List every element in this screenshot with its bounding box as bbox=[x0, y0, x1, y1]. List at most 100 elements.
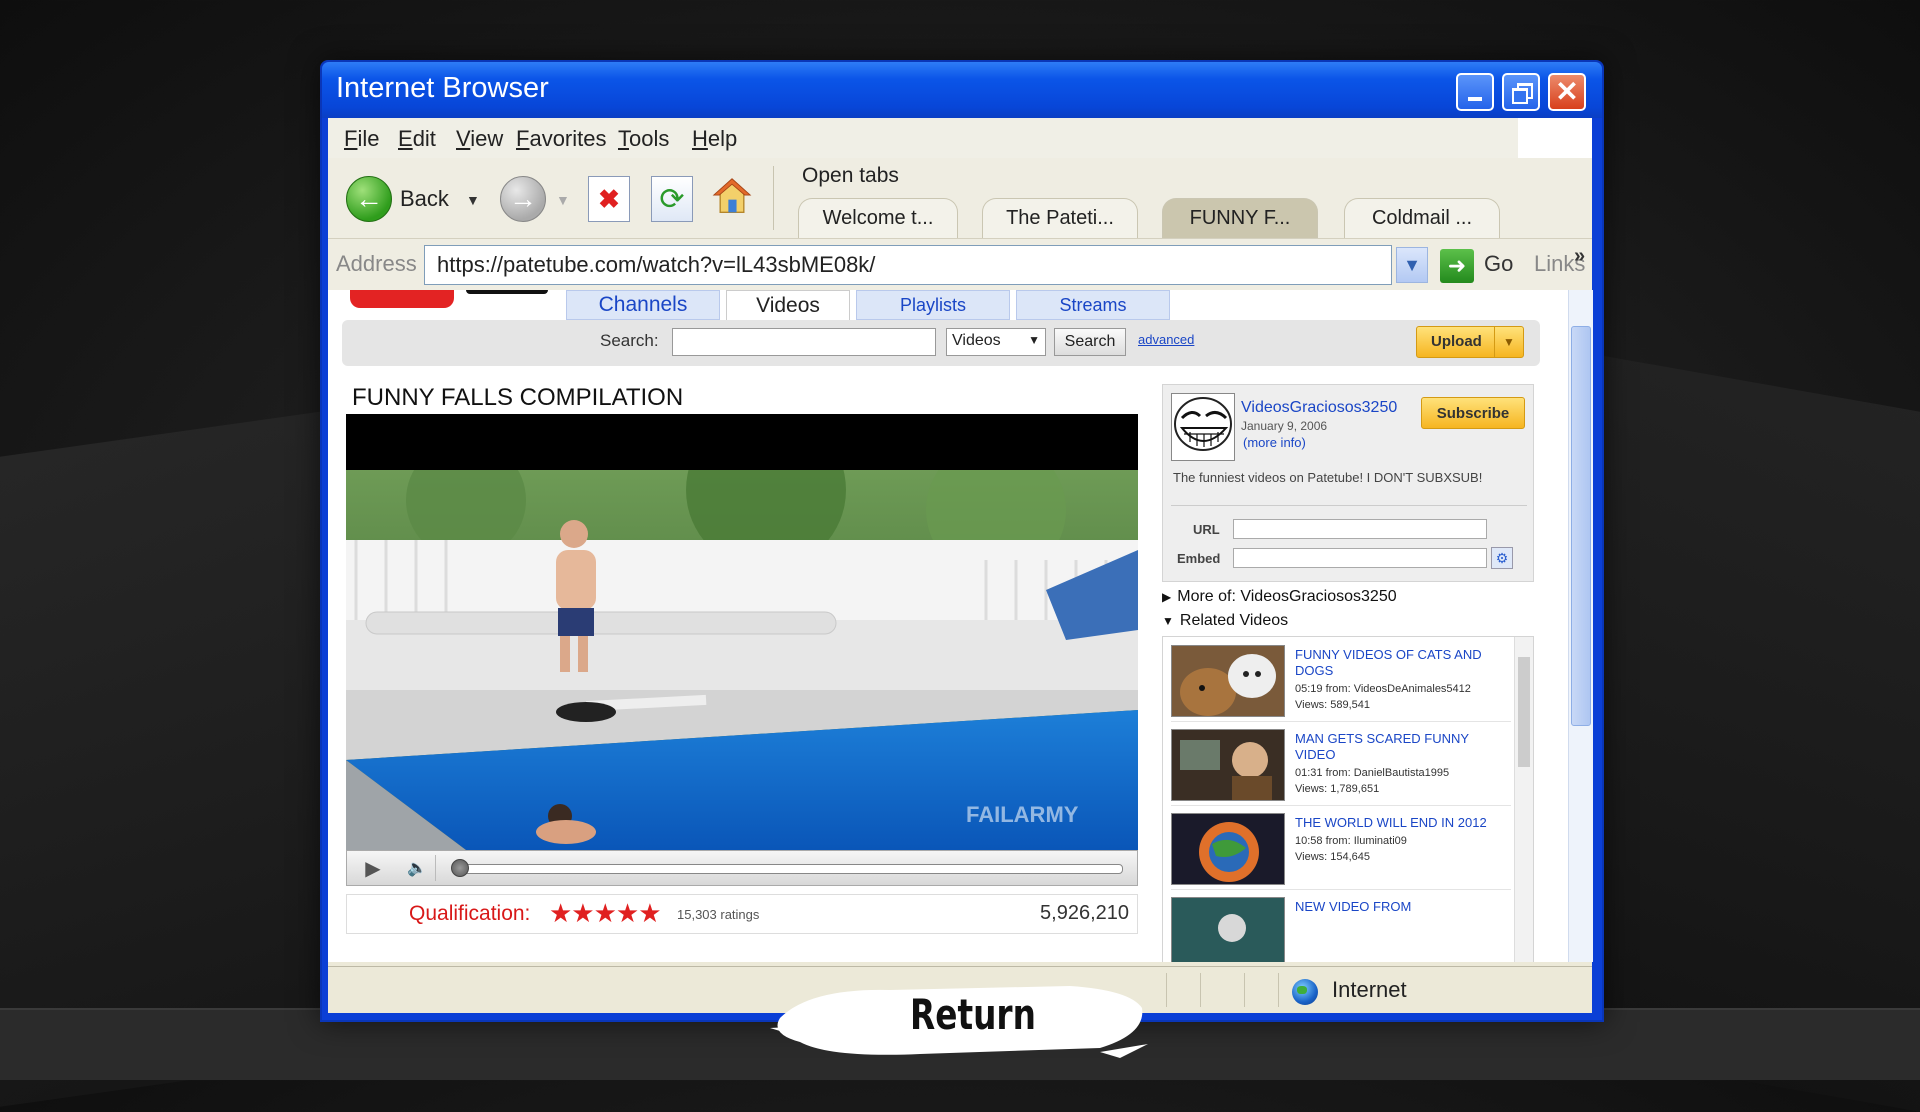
go-button-label[interactable]: Go bbox=[1484, 251, 1513, 277]
browser-client: File Edit View Favorites Tools Help ← Ba… bbox=[328, 118, 1593, 1013]
open-tabs-label: Open tabs bbox=[802, 164, 899, 187]
background-wall-right bbox=[1560, 348, 1920, 1112]
divider bbox=[1171, 505, 1527, 506]
related-thumbnail[interactable] bbox=[1171, 729, 1285, 801]
stop-icon[interactable]: ✖ bbox=[588, 176, 630, 222]
chevron-down-icon: ▼ bbox=[1494, 327, 1523, 357]
subscribe-button[interactable]: Subscribe bbox=[1421, 397, 1525, 429]
progress-handle[interactable] bbox=[451, 859, 469, 877]
avatar[interactable] bbox=[1171, 393, 1235, 461]
close-button[interactable]: ✕ bbox=[1548, 73, 1586, 111]
related-videos-section[interactable]: ▼ Related Videos bbox=[1162, 612, 1288, 630]
restore-icon bbox=[1512, 83, 1533, 104]
minimize-icon bbox=[1468, 97, 1482, 101]
toolbar: ← Back ▼ → ▼ ✖ ⟳ Open tabs Welcome t... … bbox=[328, 158, 1592, 238]
tab-videos[interactable]: Videos bbox=[726, 290, 850, 320]
search-category-select[interactable]: Videos ▼ bbox=[946, 328, 1046, 356]
restore-button[interactable] bbox=[1502, 73, 1540, 111]
upload-button[interactable]: Upload ▼ bbox=[1416, 326, 1524, 358]
list-item[interactable]: FUNNY VIDEOS OF CATS AND DOGS 05:19 from… bbox=[1171, 641, 1511, 722]
return-label: Return bbox=[910, 990, 1036, 1039]
page-scrollbar[interactable] bbox=[1568, 290, 1593, 962]
list-item[interactable]: NEW VIDEO FROM bbox=[1171, 893, 1511, 962]
rating-bar: Qualification: ★★★★★ 15,303 ratings 5,92… bbox=[346, 894, 1138, 934]
chevron-down-icon[interactable]: ▼ bbox=[1396, 247, 1428, 283]
related-scrollbar[interactable] bbox=[1514, 637, 1533, 962]
right-arrow-icon[interactable]: → bbox=[500, 176, 546, 222]
site-logo[interactable] bbox=[350, 290, 454, 308]
tab-patetic[interactable]: The Pateti... bbox=[982, 198, 1138, 238]
list-item[interactable]: THE WORLD WILL END IN 2012 10:58 from: I… bbox=[1171, 809, 1511, 890]
title-bar[interactable]: Internet Browser ✕ bbox=[322, 62, 1602, 118]
chevron-right-icon: ▶ bbox=[1162, 590, 1172, 604]
star-rating[interactable]: ★★★★★ bbox=[549, 898, 662, 929]
back-dropdown-caret[interactable]: ▼ bbox=[466, 192, 480, 208]
search-input[interactable] bbox=[672, 328, 936, 356]
related-videos-list: FUNNY VIDEOS OF CATS AND DOGS 05:19 from… bbox=[1162, 636, 1534, 962]
related-title-link[interactable]: THE WORLD WILL END IN 2012 bbox=[1295, 815, 1505, 831]
minimize-button[interactable] bbox=[1456, 73, 1494, 111]
divider bbox=[1200, 973, 1201, 1007]
menu-help[interactable]: Help bbox=[692, 126, 737, 152]
related-meta: 01:31 from: DanielBautista1995 bbox=[1295, 767, 1450, 779]
page-scroll-thumb[interactable] bbox=[1571, 326, 1591, 726]
menu-bar-spacer bbox=[1518, 118, 1592, 158]
volume-icon[interactable]: 🔈 bbox=[399, 855, 436, 881]
tab-playlists[interactable]: Playlists bbox=[856, 290, 1010, 320]
menu-file[interactable]: File bbox=[344, 126, 379, 152]
progress-track[interactable] bbox=[455, 864, 1123, 874]
related-meta: 10:58 from: Iluminati09 bbox=[1295, 835, 1407, 847]
divider bbox=[1166, 973, 1167, 1007]
search-button[interactable]: Search bbox=[1054, 328, 1126, 356]
related-thumbnail[interactable] bbox=[1171, 897, 1285, 962]
qualification-label: Qualification: bbox=[409, 902, 531, 925]
address-input[interactable]: https://patetube.com/watch?v=lL43sbME08k… bbox=[424, 245, 1392, 285]
tab-streams[interactable]: Streams bbox=[1016, 290, 1170, 320]
divider bbox=[1244, 973, 1245, 1007]
home-icon[interactable] bbox=[712, 174, 752, 218]
url-label: URL bbox=[1193, 522, 1220, 537]
search-label: Search: bbox=[600, 331, 659, 350]
channel-date: January 9, 2006 bbox=[1241, 419, 1328, 433]
tab-funny-falls[interactable]: FUNNY F... bbox=[1162, 198, 1318, 238]
more-of-section[interactable]: ▶ More of: VideosGraciosos3250 bbox=[1162, 588, 1397, 606]
related-scroll-thumb[interactable] bbox=[1518, 657, 1530, 767]
related-thumbnail[interactable] bbox=[1171, 813, 1285, 885]
address-label: Address bbox=[336, 251, 417, 276]
tab-welcome[interactable]: Welcome t... bbox=[798, 198, 958, 238]
channel-name-link[interactable]: VideosGraciosos3250 bbox=[1241, 399, 1397, 417]
gear-icon[interactable]: ⚙ bbox=[1491, 547, 1513, 569]
chevron-down-icon: ▼ bbox=[1162, 614, 1174, 628]
video-player[interactable]: FAILARMY bbox=[346, 414, 1138, 850]
left-arrow-icon[interactable]: ← bbox=[346, 176, 392, 222]
links-chevron-icon[interactable]: » bbox=[1574, 245, 1585, 268]
related-meta: 05:19 from: VideosDeAnimales5412 bbox=[1295, 683, 1471, 695]
back-button-label[interactable]: Back bbox=[400, 186, 449, 212]
menu-edit[interactable]: Edit bbox=[398, 126, 436, 152]
advanced-search-link[interactable]: advanced bbox=[1138, 332, 1194, 347]
related-thumbnail[interactable] bbox=[1171, 645, 1285, 717]
related-title-link[interactable]: MAN GETS SCARED FUNNY VIDEO bbox=[1295, 731, 1505, 763]
refresh-icon[interactable]: ⟳ bbox=[651, 176, 693, 222]
url-field[interactable] bbox=[1233, 519, 1487, 539]
site-search-bar: Search: Videos ▼ Search advanced Upload ▼ bbox=[342, 320, 1540, 366]
tab-channels[interactable]: Channels bbox=[566, 290, 720, 320]
go-arrow-icon[interactable]: ➜ bbox=[1440, 249, 1474, 283]
return-button[interactable]: Return bbox=[770, 968, 1150, 1062]
more-info-link[interactable]: (more info) bbox=[1243, 435, 1306, 450]
tab-coldmail[interactable]: Coldmail ... bbox=[1344, 198, 1500, 238]
related-title-link[interactable]: NEW VIDEO FROM bbox=[1295, 899, 1505, 915]
related-views: Views: 154,645 bbox=[1295, 851, 1371, 863]
list-item[interactable]: MAN GETS SCARED FUNNY VIDEO 01:31 from: … bbox=[1171, 725, 1511, 806]
video-frame: FAILARMY bbox=[346, 470, 1138, 850]
menu-tools[interactable]: Tools bbox=[618, 126, 669, 152]
forward-dropdown-caret[interactable]: ▼ bbox=[556, 192, 570, 208]
play-icon[interactable]: ▶ bbox=[359, 855, 387, 881]
divider bbox=[1278, 973, 1279, 1007]
related-title-link[interactable]: FUNNY VIDEOS OF CATS AND DOGS bbox=[1295, 647, 1505, 679]
menu-favorites[interactable]: Favorites bbox=[516, 126, 607, 152]
menu-view[interactable]: View bbox=[456, 126, 503, 152]
channel-description: The funniest videos on Patetube! I DON'T… bbox=[1173, 470, 1483, 485]
window-title: Internet Browser bbox=[336, 72, 549, 104]
embed-field[interactable] bbox=[1233, 548, 1487, 568]
